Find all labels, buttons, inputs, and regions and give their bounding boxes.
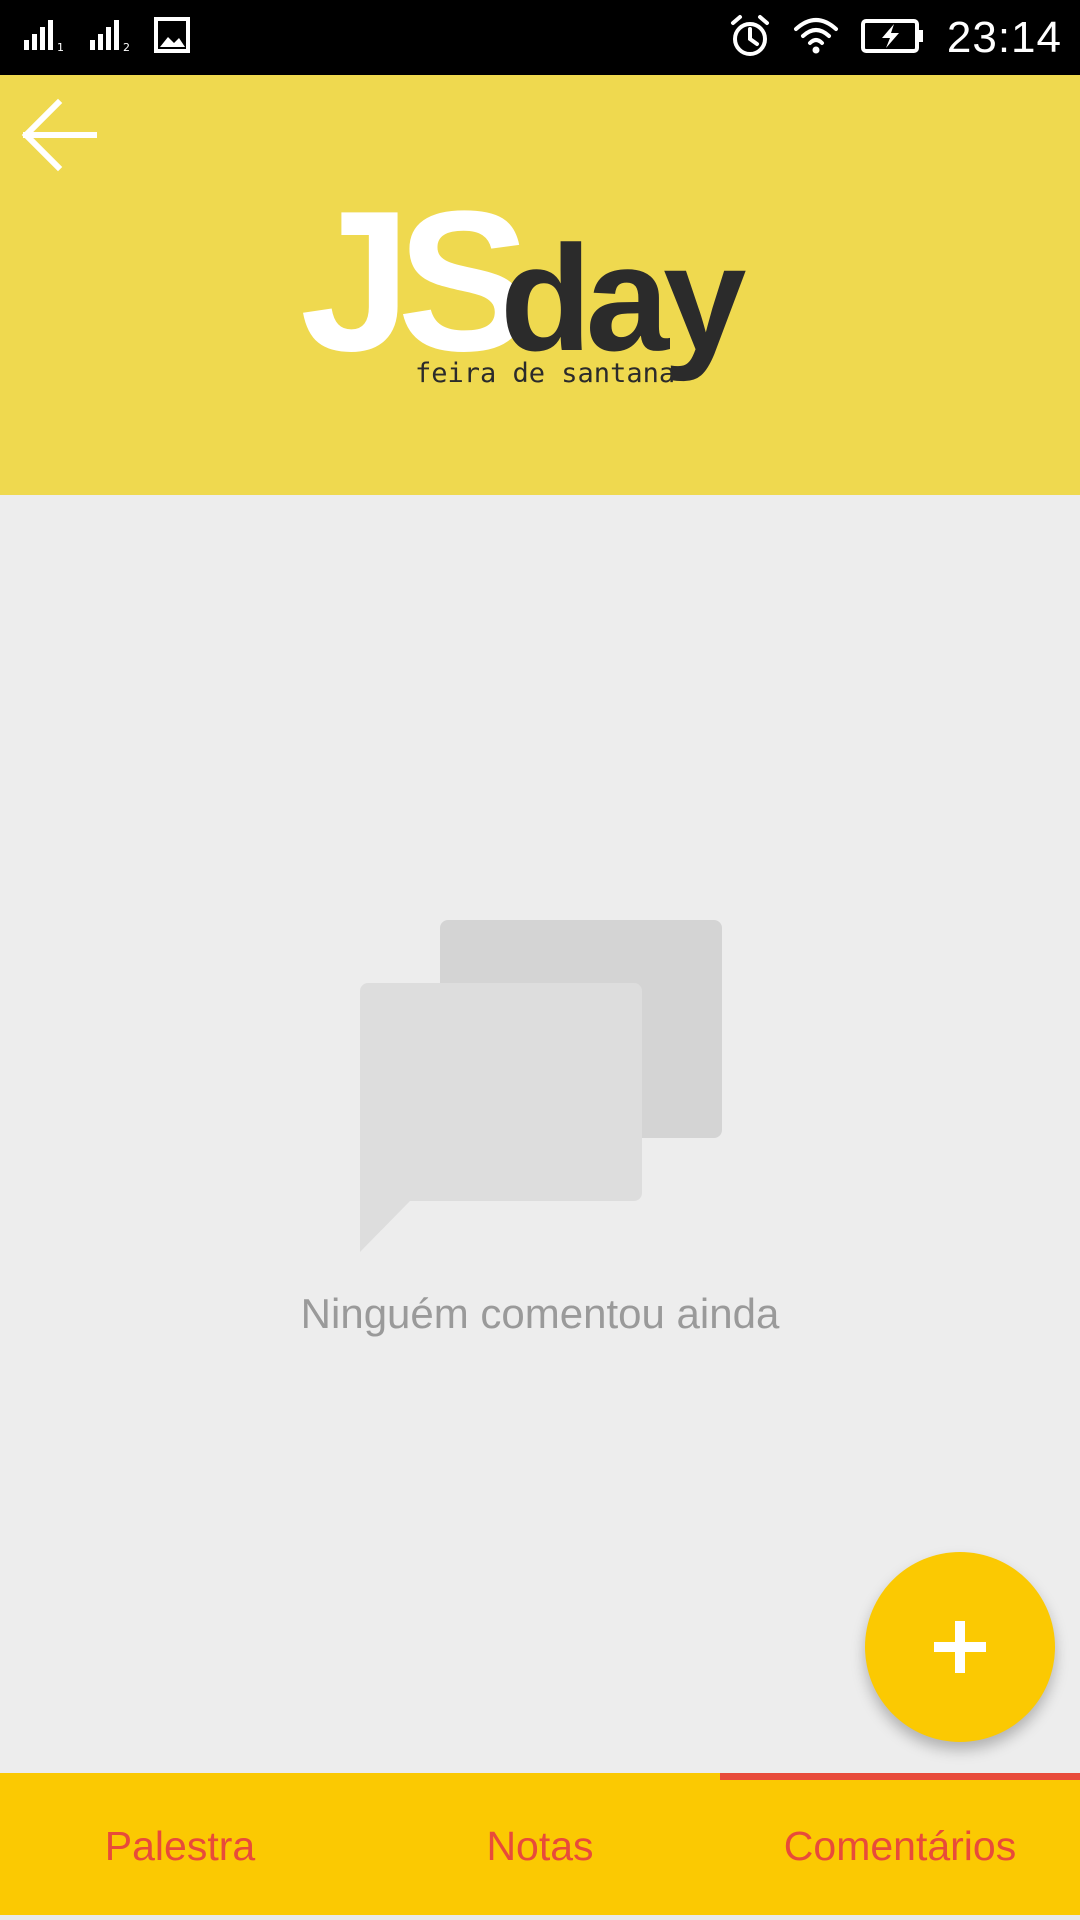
battery-charging-icon: [860, 18, 925, 58]
status-right: 23:14: [729, 10, 1062, 65]
tab-label: Palestra: [104, 1823, 256, 1869]
signal-sim2-icon: 2: [88, 18, 136, 56]
plus-icon: [934, 1621, 986, 1673]
tab-comentarios[interactable]: Comentários: [720, 1773, 1080, 1920]
wifi-icon: [793, 17, 839, 59]
svg-text:1: 1: [57, 41, 64, 52]
active-tab-indicator: [720, 1773, 1080, 1780]
status-time: 23:14: [946, 12, 1062, 62]
chat-bubbles-icon: [360, 920, 722, 1252]
back-button[interactable]: [18, 95, 98, 175]
tab-label: Notas: [486, 1823, 594, 1869]
tab-label: Comentários: [783, 1823, 1017, 1869]
image-notification-icon: [154, 17, 190, 57]
logo-day-text: day: [500, 214, 746, 382]
add-comment-button[interactable]: [865, 1552, 1055, 1742]
tab-notas[interactable]: Notas: [360, 1773, 720, 1920]
alarm-icon: [729, 14, 771, 62]
status-left: 1 2: [22, 12, 190, 62]
tab-palestra[interactable]: Palestra: [0, 1773, 360, 1920]
header: JS day feira de santana: [0, 75, 1080, 495]
status-bar: 1 2 23:14: [0, 0, 1080, 75]
svg-text:2: 2: [123, 41, 130, 52]
jsday-logo: JS day feira de santana: [300, 180, 752, 393]
empty-state-message: Ninguém comentou ainda: [300, 1290, 780, 1337]
bottom-edge: [0, 1915, 1080, 1920]
logo-tagline-text: feira de santana: [415, 358, 675, 389]
signal-sim1-icon: 1: [22, 18, 70, 56]
bottom-tab-bar: Palestra Notas Comentários: [0, 1773, 1080, 1920]
arrow-left-icon: [21, 98, 97, 172]
